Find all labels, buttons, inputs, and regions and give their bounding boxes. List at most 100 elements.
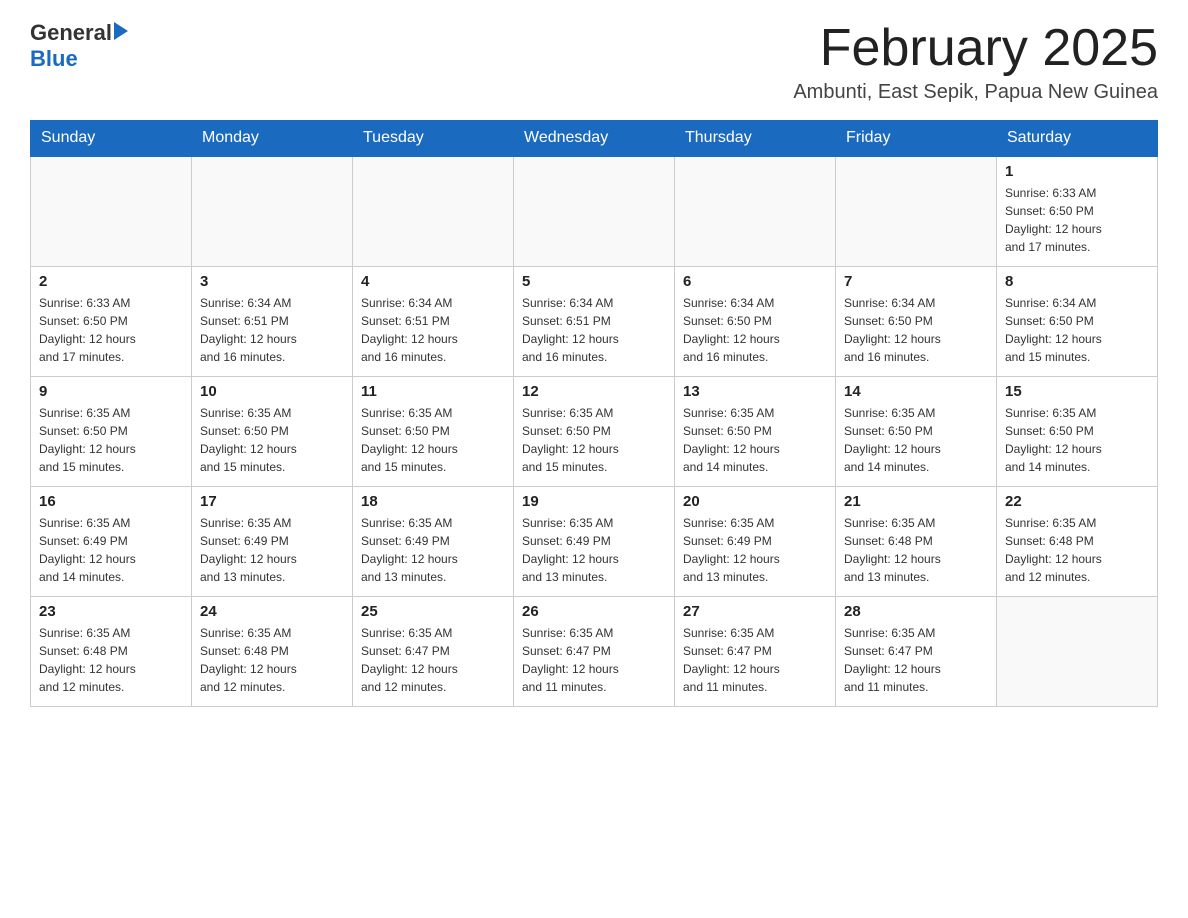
day-info: Sunrise: 6:35 AM Sunset: 6:47 PM Dayligh… [522,624,666,696]
day-number: 16 [39,493,183,510]
day-info: Sunrise: 6:34 AM Sunset: 6:50 PM Dayligh… [844,294,988,366]
day-number: 28 [844,603,988,620]
day-number: 21 [844,493,988,510]
day-info: Sunrise: 6:34 AM Sunset: 6:50 PM Dayligh… [1005,294,1149,366]
day-info: Sunrise: 6:35 AM Sunset: 6:49 PM Dayligh… [200,514,344,586]
calendar-cell: 19 Sunrise: 6:35 AM Sunset: 6:49 PM Dayli… [514,486,675,596]
day-number: 3 [200,273,344,290]
calendar-cell [675,156,836,266]
day-number: 12 [522,383,666,400]
month-title: February 2025 [793,20,1158,77]
day-number: 25 [361,603,505,620]
header-wednesday: Wednesday [514,121,675,157]
day-info: Sunrise: 6:35 AM Sunset: 6:50 PM Dayligh… [844,404,988,476]
calendar-cell: 1 Sunrise: 6:33 AM Sunset: 6:50 PM Daylig… [997,156,1158,266]
calendar-cell: 25 Sunrise: 6:35 AM Sunset: 6:47 PM Dayli… [353,596,514,706]
calendar-cell: 2 Sunrise: 6:33 AM Sunset: 6:50 PM Daylig… [31,266,192,376]
logo-general: General [30,20,112,46]
calendar-cell: 14 Sunrise: 6:35 AM Sunset: 6:50 PM Dayli… [836,376,997,486]
calendar-cell: 22 Sunrise: 6:35 AM Sunset: 6:48 PM Dayli… [997,486,1158,596]
calendar-cell [997,596,1158,706]
day-info: Sunrise: 6:33 AM Sunset: 6:50 PM Dayligh… [39,294,183,366]
calendar-cell: 28 Sunrise: 6:35 AM Sunset: 6:47 PM Dayli… [836,596,997,706]
calendar-cell: 26 Sunrise: 6:35 AM Sunset: 6:47 PM Dayli… [514,596,675,706]
calendar-cell: 10 Sunrise: 6:35 AM Sunset: 6:50 PM Dayli… [192,376,353,486]
day-info: Sunrise: 6:34 AM Sunset: 6:51 PM Dayligh… [522,294,666,366]
day-info: Sunrise: 6:35 AM Sunset: 6:48 PM Dayligh… [200,624,344,696]
day-info: Sunrise: 6:35 AM Sunset: 6:47 PM Dayligh… [361,624,505,696]
day-info: Sunrise: 6:33 AM Sunset: 6:50 PM Dayligh… [1005,184,1149,256]
logo-blue: Blue [30,46,128,72]
calendar-cell: 23 Sunrise: 6:35 AM Sunset: 6:48 PM Dayli… [31,596,192,706]
calendar-cell: 16 Sunrise: 6:35 AM Sunset: 6:49 PM Dayli… [31,486,192,596]
day-number: 24 [200,603,344,620]
day-info: Sunrise: 6:35 AM Sunset: 6:50 PM Dayligh… [522,404,666,476]
day-number: 17 [200,493,344,510]
day-number: 5 [522,273,666,290]
calendar-cell [192,156,353,266]
calendar-cell: 27Sunrise: 6:35 AM Sunset: 6:47 PM Dayli… [675,596,836,706]
calendar-cell [514,156,675,266]
logo-arrow-icon [114,22,128,40]
logo: General Blue [30,20,128,72]
day-info: Sunrise: 6:35 AM Sunset: 6:47 PM Dayligh… [683,624,827,696]
header-saturday: Saturday [997,121,1158,157]
day-number: 23 [39,603,183,620]
day-number: 20 [683,493,827,510]
calendar-cell [31,156,192,266]
calendar-cell: 3 Sunrise: 6:34 AM Sunset: 6:51 PM Daylig… [192,266,353,376]
calendar-cell: 15 Sunrise: 6:35 AM Sunset: 6:50 PM Dayli… [997,376,1158,486]
day-number: 7 [844,273,988,290]
day-number: 8 [1005,273,1149,290]
day-number: 18 [361,493,505,510]
day-number: 9 [39,383,183,400]
day-info: Sunrise: 6:35 AM Sunset: 6:50 PM Dayligh… [683,404,827,476]
day-number: 2 [39,273,183,290]
calendar-week-3: 9 Sunrise: 6:35 AM Sunset: 6:50 PM Daylig… [31,376,1158,486]
day-info: Sunrise: 6:34 AM Sunset: 6:51 PM Dayligh… [361,294,505,366]
day-number: 10 [200,383,344,400]
header-tuesday: Tuesday [353,121,514,157]
day-number: 13 [683,383,827,400]
day-number: 22 [1005,493,1149,510]
calendar-cell: 13 Sunrise: 6:35 AM Sunset: 6:50 PM Dayli… [675,376,836,486]
day-info: Sunrise: 6:35 AM Sunset: 6:48 PM Dayligh… [1005,514,1149,586]
day-info: Sunrise: 6:35 AM Sunset: 6:47 PM Dayligh… [844,624,988,696]
page-header: General Blue February 2025 Ambunti, East… [30,20,1158,104]
day-number: 26 [522,603,666,620]
calendar-cell: 9Sunrise: 6:35 AM Sunset: 6:50 PM Daylig… [31,376,192,486]
calendar-cell: 18Sunrise: 6:35 AM Sunset: 6:49 PM Dayli… [353,486,514,596]
calendar-cell [836,156,997,266]
day-info: Sunrise: 6:35 AM Sunset: 6:49 PM Dayligh… [39,514,183,586]
day-number: 4 [361,273,505,290]
calendar-cell: 21 Sunrise: 6:35 AM Sunset: 6:48 PM Dayli… [836,486,997,596]
calendar-cell: 8 Sunrise: 6:34 AM Sunset: 6:50 PM Daylig… [997,266,1158,376]
day-info: Sunrise: 6:35 AM Sunset: 6:50 PM Dayligh… [361,404,505,476]
day-info: Sunrise: 6:35 AM Sunset: 6:49 PM Dayligh… [683,514,827,586]
day-number: 19 [522,493,666,510]
day-info: Sunrise: 6:34 AM Sunset: 6:51 PM Dayligh… [200,294,344,366]
day-info: Sunrise: 6:35 AM Sunset: 6:48 PM Dayligh… [844,514,988,586]
day-number: 15 [1005,383,1149,400]
header-friday: Friday [836,121,997,157]
day-info: Sunrise: 6:35 AM Sunset: 6:49 PM Dayligh… [522,514,666,586]
calendar-cell: 7 Sunrise: 6:34 AM Sunset: 6:50 PM Daylig… [836,266,997,376]
calendar-week-4: 16 Sunrise: 6:35 AM Sunset: 6:49 PM Dayli… [31,486,1158,596]
location-title: Ambunti, East Sepik, Papua New Guinea [793,81,1158,104]
calendar-cell: 4 Sunrise: 6:34 AM Sunset: 6:51 PM Daylig… [353,266,514,376]
calendar-cell: 20 Sunrise: 6:35 AM Sunset: 6:49 PM Dayli… [675,486,836,596]
day-number: 14 [844,383,988,400]
day-number: 6 [683,273,827,290]
day-info: Sunrise: 6:35 AM Sunset: 6:50 PM Dayligh… [1005,404,1149,476]
day-info: Sunrise: 6:35 AM Sunset: 6:50 PM Dayligh… [200,404,344,476]
header-sunday: Sunday [31,121,192,157]
header-thursday: Thursday [675,121,836,157]
day-number: 1 [1005,163,1149,180]
header-monday: Monday [192,121,353,157]
calendar-week-2: 2 Sunrise: 6:33 AM Sunset: 6:50 PM Daylig… [31,266,1158,376]
calendar-cell: 5 Sunrise: 6:34 AM Sunset: 6:51 PM Daylig… [514,266,675,376]
calendar-cell: 11Sunrise: 6:35 AM Sunset: 6:50 PM Dayli… [353,376,514,486]
title-block: February 2025 Ambunti, East Sepik, Papua… [793,20,1158,104]
day-info: Sunrise: 6:34 AM Sunset: 6:50 PM Dayligh… [683,294,827,366]
day-info: Sunrise: 6:35 AM Sunset: 6:48 PM Dayligh… [39,624,183,696]
